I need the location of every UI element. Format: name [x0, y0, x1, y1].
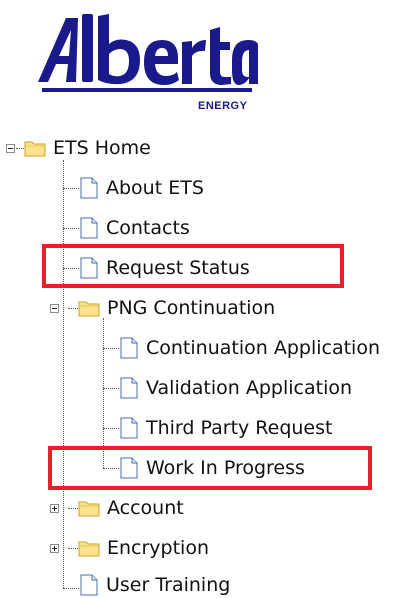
tree-connector	[103, 388, 119, 389]
collapse-toggle-png-continuation[interactable]	[50, 304, 59, 313]
tree-connector	[63, 188, 79, 189]
ets-navigation-tree: ETS Home About ETS Contacts Request Stat…	[0, 0, 420, 598]
page-icon	[80, 217, 98, 239]
tree-node-label: ETS Home	[53, 136, 151, 159]
page-icon	[120, 337, 138, 359]
tree-node-validation-application[interactable]: Validation Application	[119, 375, 352, 401]
tree-node-label: Encryption	[107, 536, 210, 559]
tree-connector	[103, 348, 119, 349]
tree-connector	[63, 588, 79, 589]
page-icon	[120, 377, 138, 399]
tree-node-continuation-application[interactable]: Continuation Application	[119, 335, 380, 361]
tree-node-user-training[interactable]: User Training	[79, 572, 230, 598]
expand-toggle-encryption[interactable]	[50, 544, 59, 553]
tree-node-account[interactable]: Account	[78, 495, 184, 521]
tree-node-third-party-request[interactable]: Third Party Request	[119, 415, 332, 441]
tree-node-label: Third Party Request	[146, 416, 333, 439]
tree-connector	[68, 508, 78, 509]
page-icon	[120, 417, 138, 439]
tree-node-label: Contacts	[106, 216, 190, 239]
tree-connector	[63, 228, 79, 229]
tree-node-encryption[interactable]: Encryption	[78, 535, 209, 561]
tree-node-label: PNG Continuation	[107, 296, 276, 319]
folder-icon	[78, 501, 100, 517]
tree-connector	[16, 148, 24, 149]
tree-connector	[68, 308, 78, 309]
tree-connector	[68, 548, 78, 549]
tree-node-label: Continuation Application	[146, 336, 380, 359]
page-icon	[80, 177, 98, 199]
tree-node-label: About ETS	[106, 176, 204, 199]
tree-connector	[103, 428, 119, 429]
tree-node-contacts[interactable]: Contacts	[79, 215, 190, 241]
tree-connector	[63, 160, 64, 588]
folder-icon	[24, 141, 46, 157]
expand-toggle-account[interactable]	[50, 504, 59, 513]
folder-icon	[78, 301, 100, 317]
tree-node-label: Validation Application	[146, 376, 353, 399]
tree-node-png-continuation[interactable]: PNG Continuation	[78, 295, 275, 321]
highlight-box-work-in-progress	[48, 446, 372, 490]
tree-node-ets-home[interactable]: ETS Home	[24, 135, 151, 161]
highlight-box-request-status	[42, 244, 344, 288]
tree-node-label: User Training	[106, 573, 231, 596]
page-icon	[80, 574, 98, 596]
tree-node-about-ets[interactable]: About ETS	[79, 175, 204, 201]
collapse-toggle-ets-home[interactable]	[6, 144, 15, 153]
folder-icon	[78, 541, 100, 557]
tree-node-label: Account	[107, 496, 184, 519]
